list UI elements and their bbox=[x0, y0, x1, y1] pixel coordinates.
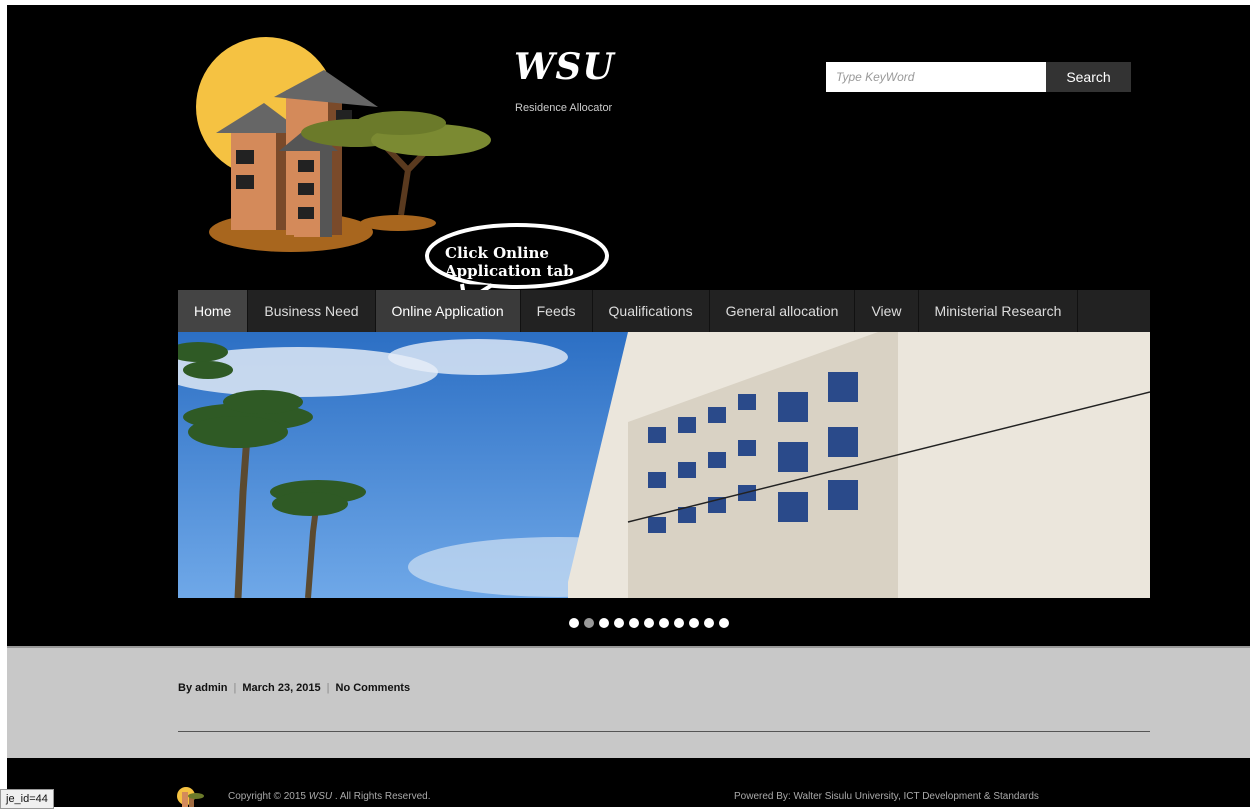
slider-dot[interactable] bbox=[644, 618, 654, 628]
copyright-suffix: . All Rights Reserved. bbox=[334, 791, 431, 802]
status-bar-url: je_id=44 bbox=[0, 789, 54, 809]
nav-item-ministerial-research[interactable]: Ministerial Research bbox=[919, 290, 1079, 332]
post-author[interactable]: By admin bbox=[178, 682, 228, 694]
footer-powered-by: Powered By: Walter Sisulu University, IC… bbox=[734, 791, 1039, 802]
footer-logo-icon bbox=[177, 787, 204, 807]
slider-dot[interactable] bbox=[659, 618, 669, 628]
callout-text: Click Online Application tab bbox=[445, 244, 574, 280]
search-input[interactable] bbox=[826, 62, 1046, 92]
copyright-brand: WSU bbox=[308, 791, 333, 802]
main-nav: Home Business Need Online Application Feeds… bbox=[178, 290, 1150, 332]
nav-item-general-allocation[interactable]: General allocation bbox=[710, 290, 856, 332]
nav-item-view[interactable]: View bbox=[855, 290, 919, 332]
slider-pagination bbox=[569, 618, 729, 628]
post-comments-link[interactable]: No Comments bbox=[336, 682, 411, 694]
search-button[interactable]: Search bbox=[1046, 62, 1131, 92]
slider-dot[interactable] bbox=[719, 618, 729, 628]
footer-copyright: Copyright © 2015 WSU . All Rights Reserv… bbox=[228, 791, 430, 802]
nav-item-feeds[interactable]: Feeds bbox=[521, 290, 593, 332]
slider-dot[interactable] bbox=[689, 618, 699, 628]
meta-separator: | bbox=[326, 682, 330, 694]
site-title[interactable]: WSU bbox=[514, 46, 615, 88]
slider-dot[interactable] bbox=[614, 618, 624, 628]
meta-separator: | bbox=[233, 682, 237, 694]
nav-item-qualifications[interactable]: Qualifications bbox=[593, 290, 710, 332]
slider-dot[interactable] bbox=[674, 618, 684, 628]
content-area bbox=[7, 646, 1250, 760]
post-meta: By admin | March 23, 2015 | No Comments bbox=[178, 682, 410, 694]
slider-dot[interactable] bbox=[704, 618, 714, 628]
slider-dot[interactable] bbox=[584, 618, 594, 628]
copyright-prefix: Copyright © 2015 bbox=[228, 791, 306, 802]
hero-slider-image[interactable] bbox=[178, 332, 1150, 598]
content-divider bbox=[178, 731, 1150, 732]
slider-dot[interactable] bbox=[629, 618, 639, 628]
nav-item-online-application[interactable]: Online Application bbox=[375, 290, 521, 332]
slider-dot[interactable] bbox=[569, 618, 579, 628]
nav-item-business-need[interactable]: Business Need bbox=[248, 290, 376, 332]
callout-line-2: Application tab bbox=[445, 262, 574, 280]
slider-dot[interactable] bbox=[599, 618, 609, 628]
post-date[interactable]: March 23, 2015 bbox=[242, 682, 320, 694]
callout-line-1: Click Online bbox=[445, 244, 549, 262]
nav-item-home[interactable]: Home bbox=[178, 290, 249, 332]
site-tagline: Residence Allocator bbox=[515, 102, 613, 114]
